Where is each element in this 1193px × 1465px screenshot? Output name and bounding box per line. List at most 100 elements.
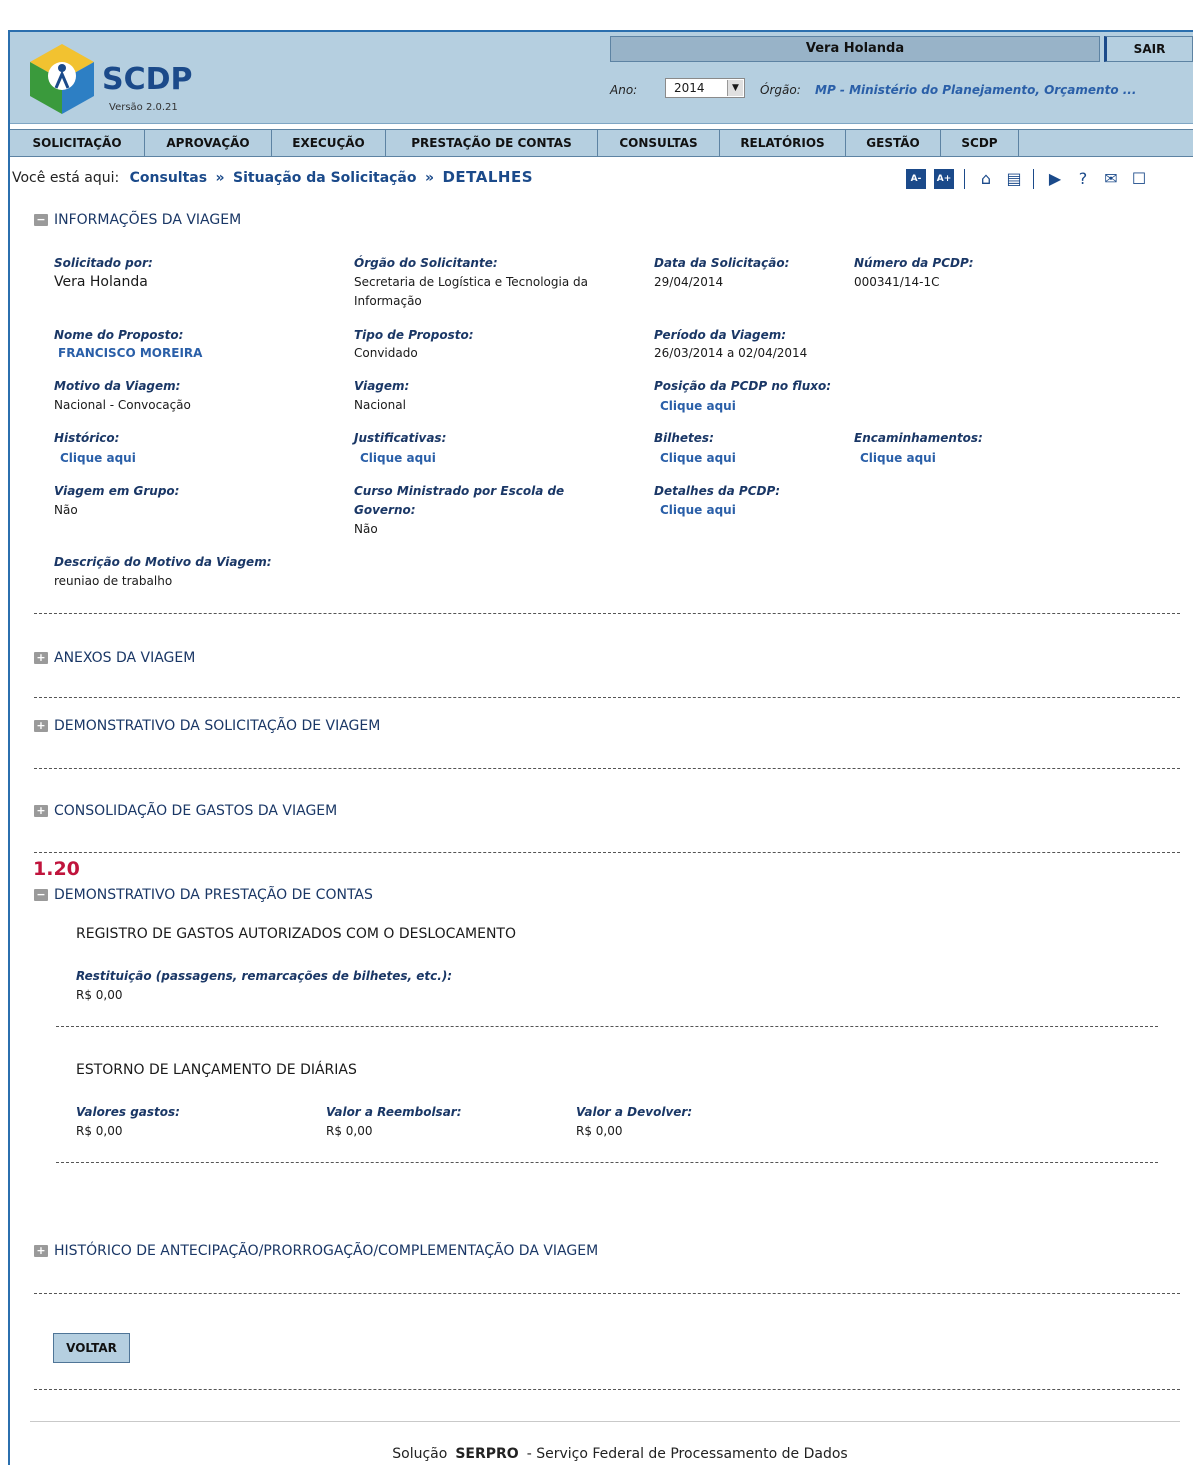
value-valor-devolver: R$ 0,00 (576, 1124, 623, 1138)
link-justificativas[interactable]: Clique aqui (360, 451, 436, 465)
toolbar: A- A+ ⌂ ▤ ▶ ? ✉ ☐ (906, 168, 1156, 190)
menu-execucao[interactable]: EXECUÇÃO (272, 130, 386, 156)
value-valores-gastos: R$ 0,00 (76, 1124, 123, 1138)
registro-gastos-title: REGISTRO DE GASTOS AUTORIZADOS COM O DES… (76, 926, 516, 942)
label-justificativas: Justificativas: (354, 431, 447, 445)
link-detalhes-pcdp[interactable]: Clique aqui (660, 503, 736, 517)
label-numero-pcdp: Número da PCDP: (854, 256, 974, 270)
section-title: DEMONSTRATIVO DA SOLICITAÇÃO DE VIAGEM (54, 718, 381, 734)
breadcrumb-situacao[interactable]: Situação da Solicitação (233, 170, 416, 186)
chat-icon[interactable]: ☐ (1128, 169, 1150, 189)
menu-relatorios[interactable]: RELATÓRIOS (720, 130, 846, 156)
home-icon[interactable]: ⌂ (975, 169, 997, 189)
year-label: Ano: (610, 83, 638, 97)
label-descricao-motivo: Descrição do Motivo da Viagem: (54, 555, 272, 569)
label-curso-line1: Curso Ministrado por Escola de (354, 484, 565, 498)
section-demonstrativo-prestacao[interactable]: − DEMONSTRATIVO DA PRESTAÇÃO DE CONTAS (34, 887, 373, 903)
expand-icon[interactable]: + (34, 805, 48, 817)
label-solicitado-por: Solicitado por: (54, 256, 153, 270)
logout-button[interactable]: SAIR (1104, 36, 1193, 62)
label-viagem-grupo: Viagem em Grupo: (54, 484, 180, 498)
menu-consultas[interactable]: CONSULTAS (598, 130, 720, 156)
scdp-logo[interactable]: SCDP Versão 2.0.21 (22, 40, 193, 116)
menu-gestao[interactable]: GESTÃO (846, 130, 941, 156)
divider (56, 1026, 1158, 1027)
section-anexos[interactable]: + ANEXOS DA VIAGEM (34, 650, 195, 666)
label-posicao-fluxo: Posição da PCDP no fluxo: (654, 379, 832, 393)
label-valor-reembolsar: Valor a Reembolsar: (326, 1105, 462, 1119)
value-solicitado-por: Vera Holanda (54, 274, 148, 290)
footer: Solução SERPRO - Serviço Federal de Proces… (0, 1446, 1193, 1462)
divider (56, 1162, 1158, 1163)
label-valores-gastos: Valores gastos: (76, 1105, 180, 1119)
divider (34, 697, 1180, 698)
section-demonstrativo-solicitacao[interactable]: + DEMONSTRATIVO DA SOLICITAÇÃO DE VIAGEM (34, 718, 380, 734)
value-restituicao: R$ 0,00 (76, 988, 123, 1002)
breadcrumb-consultas[interactable]: Consultas (130, 170, 207, 186)
collapse-icon[interactable]: − (34, 214, 48, 226)
footer-brand: SERPRO (455, 1446, 519, 1462)
label-bilhetes: Bilhetes: (654, 431, 714, 445)
label-tipo-proposto: Tipo de Proposto: (354, 328, 474, 342)
menu-solicitacao[interactable]: SOLICITAÇÃO (10, 130, 145, 156)
main-menu: SOLICITAÇÃO APROVAÇÃO EXECUÇÃO PRESTAÇÃO… (10, 129, 1193, 157)
organ-label: Órgão: (760, 83, 801, 97)
label-orgao-solicitante: Órgão do Solicitante: (354, 256, 498, 270)
chevron-down-icon[interactable]: ▼ (727, 80, 743, 96)
link-historico[interactable]: Clique aqui (60, 451, 136, 465)
video-icon[interactable]: ▶ (1044, 169, 1066, 189)
expand-icon[interactable]: + (34, 1245, 48, 1257)
menu-prestacao-de-contas[interactable]: PRESTAÇÃO DE CONTAS (386, 130, 598, 156)
year-select[interactable]: 2014 ▼ (665, 78, 745, 98)
back-button[interactable]: VOLTAR (53, 1333, 130, 1363)
toolbar-divider (1033, 169, 1034, 189)
section-title: DEMONSTRATIVO DA PRESTAÇÃO DE CONTAS (54, 887, 373, 903)
footer-prefix: Solução (392, 1446, 448, 1462)
label-encaminhamentos: Encaminhamentos: (854, 431, 983, 445)
label-restituicao: Restituição (passagens, remarcações de b… (76, 969, 453, 983)
help-icon[interactable]: ? (1072, 169, 1094, 189)
divider (34, 1389, 1180, 1390)
label-curso-line2: Governo: (354, 503, 416, 517)
divider (34, 613, 1180, 614)
comment-icon[interactable]: ▤ (1003, 169, 1025, 189)
user-name: Vera Holanda (610, 36, 1100, 62)
label-valor-devolver: Valor a Devolver: (576, 1105, 693, 1119)
link-bilhetes[interactable]: Clique aqui (660, 451, 736, 465)
section-informacoes[interactable]: − INFORMAÇÕES DA VIAGEM (34, 212, 241, 228)
divider (34, 852, 1180, 853)
menu-scdp[interactable]: SCDP (941, 130, 1019, 156)
value-motivo: Nacional - Convocação (54, 398, 191, 412)
font-decrease-button[interactable]: A- (906, 169, 926, 189)
footer-suffix: - Serviço Federal de Processamento de Da… (526, 1446, 848, 1462)
value-numero-pcdp: 000341/14-1C (854, 275, 940, 289)
label-nome-proposto: Nome do Proposto: (54, 328, 184, 342)
link-posicao-fluxo[interactable]: Clique aqui (660, 399, 736, 413)
expand-icon[interactable]: + (34, 720, 48, 732)
value-curso: Não (354, 522, 378, 536)
value-tipo-proposto: Convidado (354, 346, 418, 360)
section-consolidacao[interactable]: + CONSOLIDAÇÃO DE GASTOS DA VIAGEM (34, 803, 337, 819)
link-nome-proposto[interactable]: FRANCISCO MOREIRA (58, 346, 202, 360)
section-title: CONSOLIDAÇÃO DE GASTOS DA VIAGEM (54, 803, 338, 819)
logo-title: SCDP (102, 62, 193, 97)
value-descricao-motivo: reuniao de trabalho (54, 574, 173, 588)
organ-value[interactable]: MP - Ministério do Planejamento, Orçamen… (815, 83, 1136, 97)
mail-icon[interactable]: ✉ (1100, 169, 1122, 189)
logo-emblem-icon (30, 44, 94, 114)
value-periodo: 26/03/2014 a 02/04/2014 (654, 346, 808, 360)
font-increase-button[interactable]: A+ (934, 169, 954, 189)
menu-aprovacao[interactable]: APROVAÇÃO (145, 130, 272, 156)
value-orgao-solicitante-line2: Informação (354, 294, 422, 308)
collapse-icon[interactable]: − (34, 889, 48, 901)
label-data-solicitacao: Data da Solicitação: (654, 256, 790, 270)
breadcrumb: Você está aqui: Consultas » Situação da … (12, 168, 533, 186)
link-encaminhamentos[interactable]: Clique aqui (860, 451, 936, 465)
app-header: SCDP Versão 2.0.21 Vera Holanda SAIR Ano… (10, 32, 1193, 124)
label-motivo: Motivo da Viagem: (54, 379, 181, 393)
section-number: 1.20 (33, 858, 80, 880)
value-viagem: Nacional (354, 398, 406, 412)
section-historico-antecipacao[interactable]: + HISTÓRICO DE ANTECIPAÇÃO/PRORROGAÇÃO/C… (34, 1243, 598, 1259)
expand-icon[interactable]: + (34, 652, 48, 664)
double-chevron-right-icon: » (215, 170, 225, 186)
